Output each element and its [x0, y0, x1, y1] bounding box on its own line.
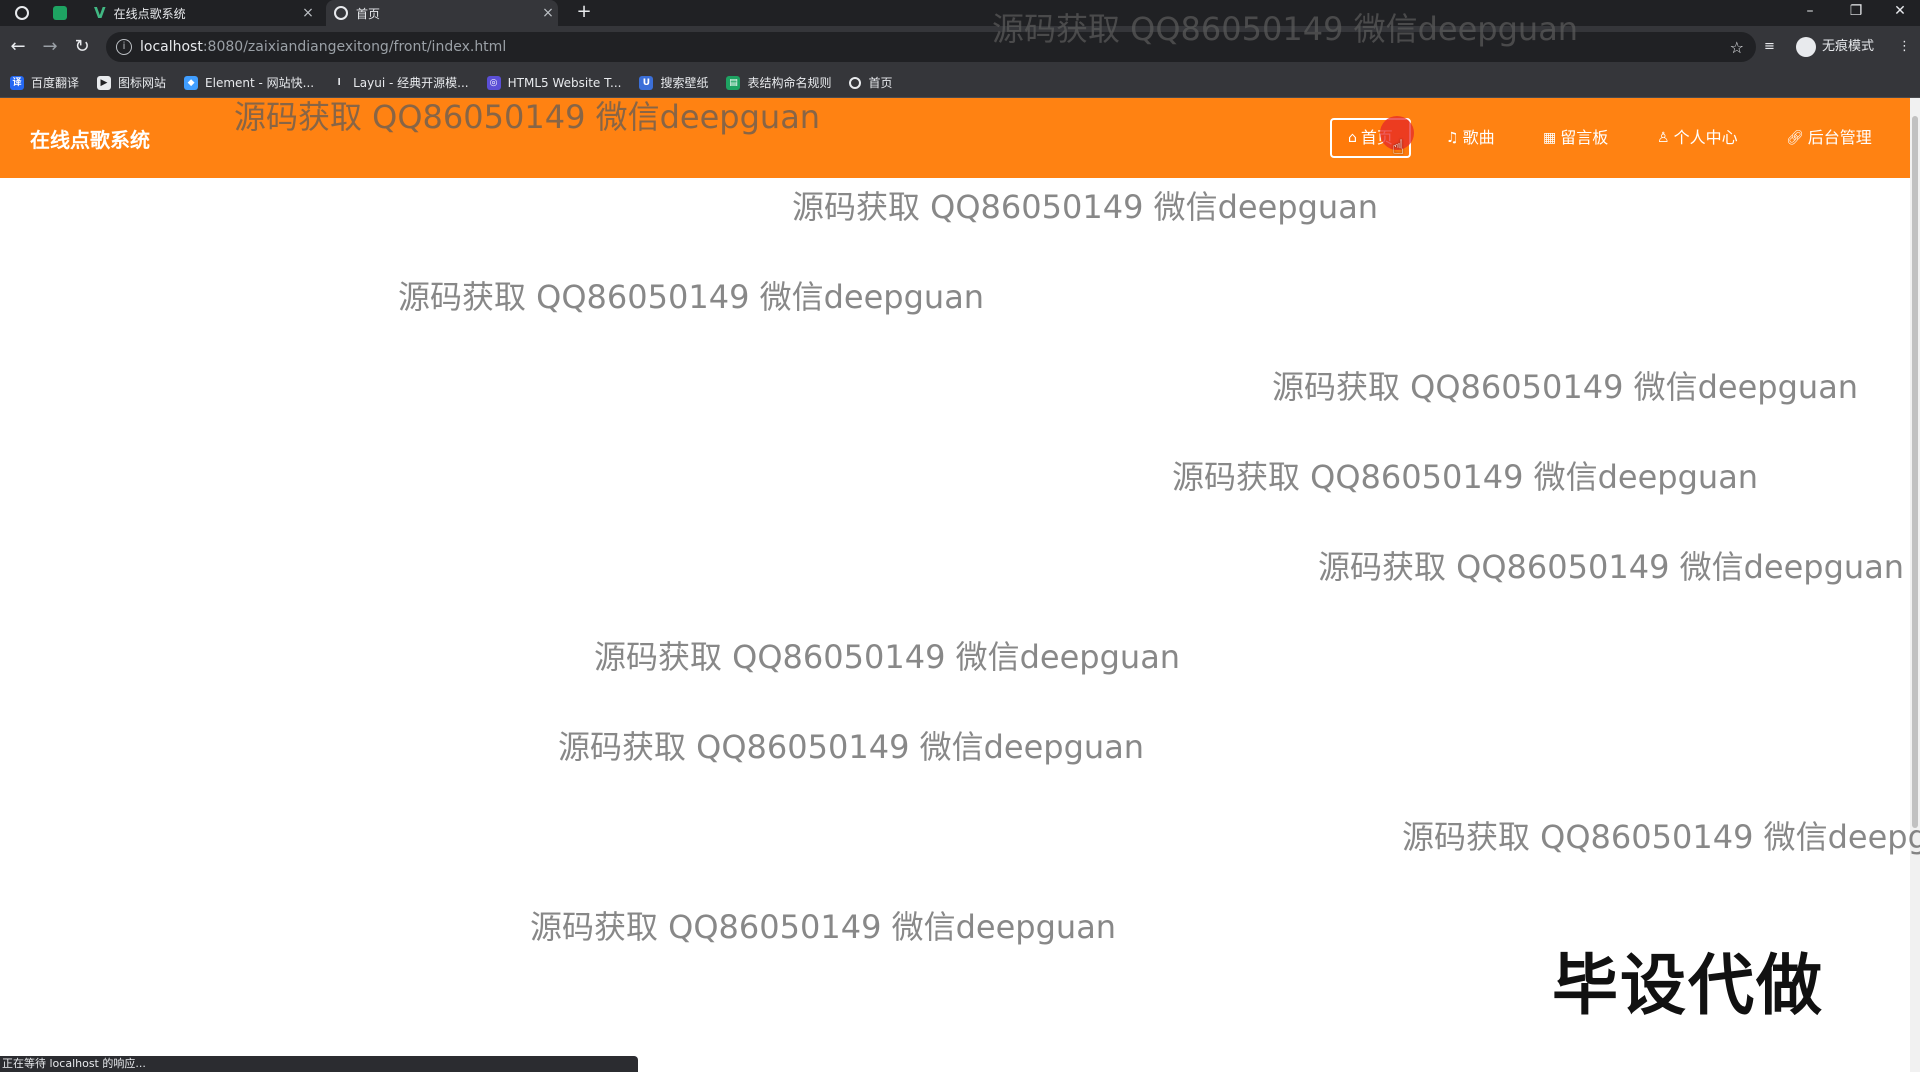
bookmark-label: 图标网站 — [118, 76, 167, 90]
bookmark-label: HTML5 Website T... — [507, 75, 622, 90]
bookmark-item[interactable]: ▶ 图标网站 — [97, 74, 166, 91]
minimize-button[interactable]: – — [1790, 0, 1830, 26]
incognito-icon — [1796, 37, 1816, 57]
tab-title: 在线点歌系统 — [113, 6, 186, 21]
watermark-text: 源码获取 QQ86050149 微信deepguan — [594, 638, 1181, 676]
user-icon: ♙ — [1657, 130, 1670, 146]
bookmark-item[interactable]: ◆ Element - 网站快... — [184, 74, 314, 91]
page-scrollbar[interactable] — [1910, 98, 1920, 1072]
site-brand[interactable]: 在线点歌系统 — [30, 124, 150, 153]
watermark-text: 源码获取 QQ86050149 微信deepgua — [1402, 818, 1920, 856]
layui-icon: l — [332, 75, 347, 90]
scrollbar-thumb[interactable] — [1912, 116, 1918, 828]
globe-icon — [15, 6, 29, 20]
incognito-profile[interactable]: 无痕模式 — [1796, 34, 1874, 60]
reading-list-icon[interactable]: ≡ — [1764, 34, 1775, 60]
tab-title: 首页 — [356, 6, 381, 21]
nav-label: 个人中心 — [1673, 128, 1738, 147]
watermark-text: 源码获取 QQ86050149 微信deepguan — [530, 908, 1117, 946]
bookmark-label: 搜索壁纸 — [660, 76, 709, 90]
bookmark-item[interactable]: 译百度翻译 — [10, 74, 79, 91]
bookmark-item[interactable]: ◎ HTML5 Website T... — [486, 75, 622, 90]
pinned-tab[interactable] — [10, 0, 34, 26]
sheet-icon: ▤ — [726, 75, 741, 90]
music-icon: ♫ — [1446, 130, 1459, 146]
nav-label: 后台管理 — [1807, 128, 1872, 147]
wallpaper-icon: U — [639, 75, 654, 90]
nav-admin[interactable]: 🔗︎ 后台管理 — [1770, 118, 1888, 158]
tab-home[interactable]: 首页 × — [326, 0, 558, 26]
watermark-text: 源码获取 QQ86050149 微信deepguan — [992, 10, 1579, 48]
sheet-icon — [53, 6, 67, 20]
forward-arrow-icon[interactable]: → — [38, 34, 62, 60]
close-tab-icon[interactable]: × — [298, 5, 318, 21]
nav-label: 留言板 — [1560, 128, 1609, 147]
status-bar: 正在等待 localhost 的响应... — [0, 1056, 638, 1072]
element-icon: ◆ — [184, 75, 199, 90]
new-tab-button[interactable]: + — [572, 0, 596, 26]
watermark-text: 源码获取 QQ86050149 微信deepguan — [1172, 458, 1759, 496]
home-icon: ⌂ — [1348, 130, 1357, 146]
watermark-text: 源码获取 QQ86050149 微信deepguan — [1272, 368, 1859, 406]
browser-tab-strip: V 在线点歌系统 × 首页 × + – ❐ ✕ — [0, 0, 1920, 26]
info-icon[interactable]: i — [116, 39, 132, 55]
hand-cursor-icon: ☝ — [1392, 135, 1405, 159]
back-arrow-icon[interactable]: ← — [6, 34, 30, 60]
browser-toolbar: ← → ↻ i localhost:8080/zaixiandiangexito… — [0, 26, 1920, 68]
bookmark-label: Element - 网站快... — [205, 76, 315, 90]
bookmark-item[interactable]: U 搜索壁纸 — [639, 74, 708, 91]
bookmark-item[interactable]: l Layui - 经典开源模... — [332, 74, 469, 91]
url-text[interactable]: localhost:8080/zaixiandiangexitong/front… — [140, 39, 506, 55]
watermark-text: 源码获取 QQ86050149 微信deepguan — [558, 728, 1145, 766]
reload-icon[interactable]: ↻ — [70, 34, 94, 60]
watermark-text: 源码获取 QQ86050149 微信deepguan — [234, 98, 821, 136]
link-icon: 🔗︎ — [1786, 130, 1804, 146]
message-icon: ▦ — [1543, 130, 1557, 146]
restore-button[interactable]: ❐ — [1836, 0, 1876, 26]
incognito-label: 无痕模式 — [1822, 39, 1875, 54]
url-path: :8080/zaixiandiangexitong/front/index.ht… — [202, 39, 507, 55]
bookmark-star-icon[interactable]: ☆ — [1730, 38, 1744, 57]
translate-icon: 译 — [10, 75, 24, 90]
bookmark-label: 首页 — [868, 76, 893, 90]
tab-online-song-system[interactable]: V 在线点歌系统 × — [86, 0, 318, 26]
html5-icon: ◎ — [486, 75, 501, 90]
nav-message-board[interactable]: ▦ 留言板 — [1527, 118, 1624, 158]
overlay-stamp: 毕设代做 — [1552, 947, 1824, 1024]
close-tab-icon[interactable]: × — [538, 5, 558, 21]
bookmark-item[interactable]: ▤ 表结构命名规则 — [726, 74, 831, 91]
flag-icon: ▶ — [97, 75, 112, 90]
bookmark-label: 百度翻译 — [31, 76, 80, 90]
vue-icon: V — [94, 4, 106, 22]
globe-icon — [849, 76, 862, 89]
url-host: localhost — [140, 39, 203, 55]
window-close-button[interactable]: ✕ — [1880, 0, 1920, 26]
watermark-text: 源码获取 QQ86050149 微信deepguan — [398, 278, 985, 316]
nav-songs[interactable]: ♫ 歌曲 — [1430, 118, 1511, 158]
bookmark-item[interactable]: 首页 — [849, 74, 893, 91]
watermark-text: 源码获取 QQ86050149 微信deepguan — [1318, 548, 1905, 586]
menu-kebab-icon[interactable]: ⋮ — [1898, 34, 1911, 60]
watermark-text: 源码获取 QQ86050149 微信deepguan — [792, 188, 1379, 226]
bookmark-label: Layui - 经典开源模... — [353, 76, 469, 90]
pinned-tab[interactable] — [48, 0, 72, 26]
nav-personal-center[interactable]: ♙ 个人中心 — [1641, 118, 1754, 158]
globe-icon — [334, 6, 348, 20]
nav-label: 歌曲 — [1462, 128, 1495, 147]
bookmark-label: 表结构命名规则 — [747, 76, 832, 90]
